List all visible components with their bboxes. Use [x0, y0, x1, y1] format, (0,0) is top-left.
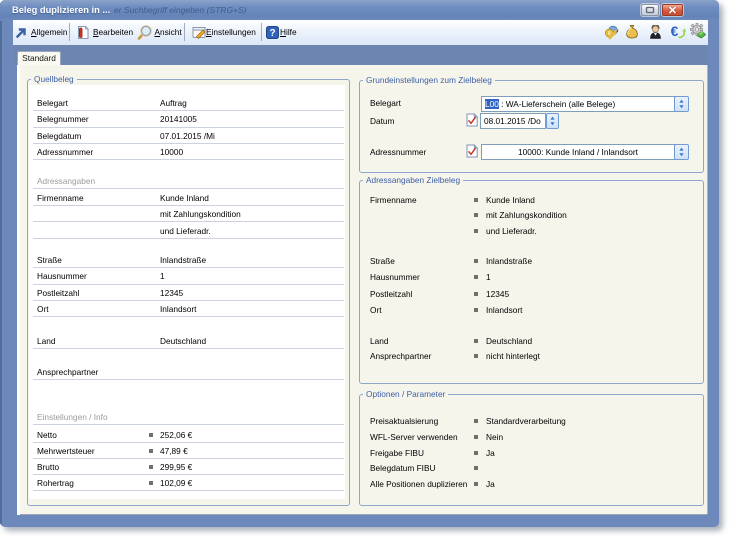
svg-text:?: ?	[269, 28, 275, 39]
svg-text:€: €	[671, 24, 679, 39]
